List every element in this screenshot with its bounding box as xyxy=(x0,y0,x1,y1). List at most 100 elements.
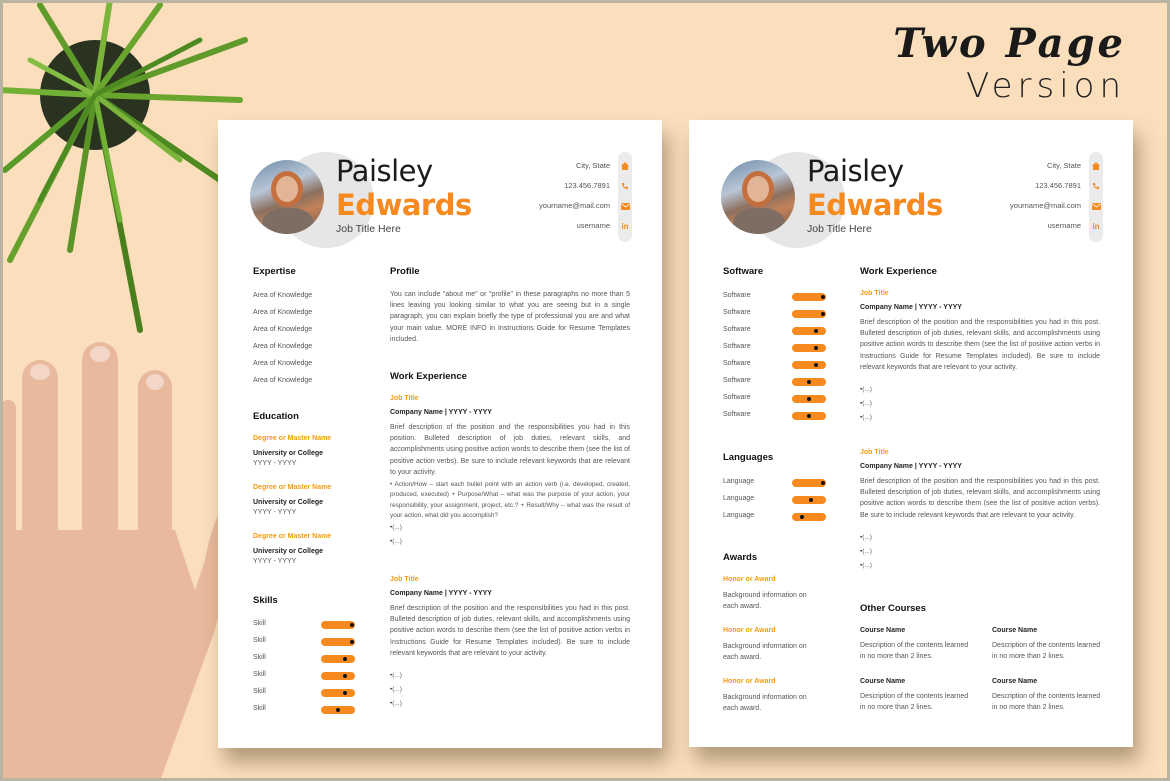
education-years: YYYY - YYYY xyxy=(253,558,297,565)
expertise-heading: Expertise xyxy=(253,266,296,277)
job-detail-text: Action/How – start each bullet point wit… xyxy=(390,481,630,520)
education-school: University or College xyxy=(253,548,324,555)
job-detail-bullet: • Action/How – start each bullet point w… xyxy=(390,480,630,522)
language-label: Language xyxy=(723,478,755,485)
software-level-bar xyxy=(792,360,826,369)
skill-level-bar xyxy=(321,688,355,697)
resume-page-1: Paisley Edwards Job Title Here City, Sta… xyxy=(218,120,662,748)
language-level-bar xyxy=(792,512,826,521)
profile-photo-block xyxy=(721,152,845,248)
software-level-marker xyxy=(813,345,818,350)
award-name: Honor or Award xyxy=(723,678,776,685)
job-bullet: (...) xyxy=(860,562,872,576)
software-level-marker xyxy=(813,328,818,333)
contact-location: City, State xyxy=(1046,161,1081,170)
headline-version: Version xyxy=(965,66,1126,106)
job-description: Brief description of the position and th… xyxy=(390,424,630,476)
profile-photo xyxy=(250,160,324,234)
job-bullet: (...) xyxy=(860,414,872,428)
course-text: Description of the contents learned in n… xyxy=(860,693,969,712)
skill-level-marker xyxy=(336,707,340,712)
job-bullets: (...) (...) (...) xyxy=(390,672,402,714)
education-heading: Education xyxy=(253,411,299,422)
contact-linkedin[interactable]: username xyxy=(1048,221,1081,230)
linkedin-icon: in xyxy=(621,221,629,231)
job-bullets: (...) (...) xyxy=(390,524,402,552)
skill-level-bar xyxy=(321,705,355,714)
language-label: Language xyxy=(723,495,755,502)
software-label: Software xyxy=(723,343,751,350)
award-text: Background information on each award. xyxy=(723,592,807,611)
skill-label: Skill xyxy=(253,688,266,695)
contact-linkedin[interactable]: username xyxy=(577,221,610,230)
profile-text: You can include "about me" or "profile" … xyxy=(390,291,630,343)
software-level-bar xyxy=(792,309,826,318)
job-title-label: Job Title xyxy=(860,449,889,456)
software-level-bar xyxy=(792,394,826,403)
contact-phone: 123.456.7891 xyxy=(1035,181,1081,190)
software-level-bar xyxy=(792,411,826,420)
job-description: Brief description of the position and th… xyxy=(860,478,1100,519)
education-degree: Degree or Master Name xyxy=(253,484,332,491)
course-text: Description of the contents learned in n… xyxy=(992,693,1101,712)
job-bullets: (...) (...) (...) xyxy=(860,534,872,576)
skill-level-marker xyxy=(342,690,347,695)
contact-phone: 123.456.7891 xyxy=(564,181,610,190)
contact-email[interactable]: yourname@mail.com xyxy=(1010,201,1081,210)
language-level-marker xyxy=(820,480,825,485)
skill-level-bar xyxy=(321,620,355,629)
skill-level-marker xyxy=(342,656,347,661)
software-level-marker xyxy=(820,294,825,299)
job-bullets: (...) (...) (...) xyxy=(860,386,872,428)
job-bullet: (...) xyxy=(860,386,872,400)
skill-level-marker xyxy=(349,639,354,644)
language-level-bar xyxy=(792,495,826,504)
awards-heading: Awards xyxy=(723,552,758,563)
job-bullet: (...) xyxy=(860,534,872,548)
software-level-marker xyxy=(813,362,818,367)
job-title-label: Job Title xyxy=(390,576,419,583)
course-text: Description of the contents learned in n… xyxy=(992,642,1101,661)
skill-label: Skill xyxy=(253,671,266,678)
job-title: Job Title Here xyxy=(336,223,401,235)
software-label: Software xyxy=(723,377,751,384)
email-icon xyxy=(1091,201,1101,211)
expertise-item: Area of Knowledge xyxy=(253,343,313,350)
job-bullet: (...) xyxy=(390,686,402,700)
software-label: Software xyxy=(723,394,751,401)
job-bullet: (...) xyxy=(390,524,402,538)
contact-email[interactable]: yourname@mail.com xyxy=(539,201,610,210)
software-label: Software xyxy=(723,411,751,418)
company-line: Company Name | YYYY - YYYY xyxy=(860,463,962,470)
software-level-bar xyxy=(792,377,826,386)
profile-photo xyxy=(721,160,795,234)
expertise-item: Area of Knowledge xyxy=(253,292,313,299)
expertise-item: Area of Knowledge xyxy=(253,309,313,316)
job-bullet: (...) xyxy=(390,538,402,552)
software-level-bar xyxy=(792,326,826,335)
phone-icon xyxy=(620,181,630,191)
profile-heading: Profile xyxy=(390,266,420,277)
skill-level-bar xyxy=(321,654,355,663)
software-level-marker xyxy=(807,396,811,401)
work-experience-heading: Work Experience xyxy=(390,371,467,382)
education-school: University or College xyxy=(253,499,324,506)
software-level-marker xyxy=(807,413,811,418)
software-level-bar xyxy=(792,343,826,352)
job-bullet: (...) xyxy=(390,700,402,714)
language-level-marker xyxy=(800,514,805,519)
job-description: Brief description of the position and th… xyxy=(390,605,630,657)
language-label: Language xyxy=(723,512,755,519)
job-bullet: (...) xyxy=(390,672,402,686)
last-name: Edwards xyxy=(807,188,943,222)
software-label: Software xyxy=(723,360,751,367)
skill-level-bar xyxy=(321,671,355,680)
award-text: Background information on each award. xyxy=(723,694,807,713)
job-title: Job Title Here xyxy=(807,223,872,235)
course-name: Course Name xyxy=(860,678,906,685)
profile-photo-block xyxy=(250,152,374,248)
award-name: Honor or Award xyxy=(723,576,776,583)
hand-decoration xyxy=(0,342,242,781)
award-text: Background information on each award. xyxy=(723,643,807,662)
job-description: Brief description of the position and th… xyxy=(860,319,1100,371)
